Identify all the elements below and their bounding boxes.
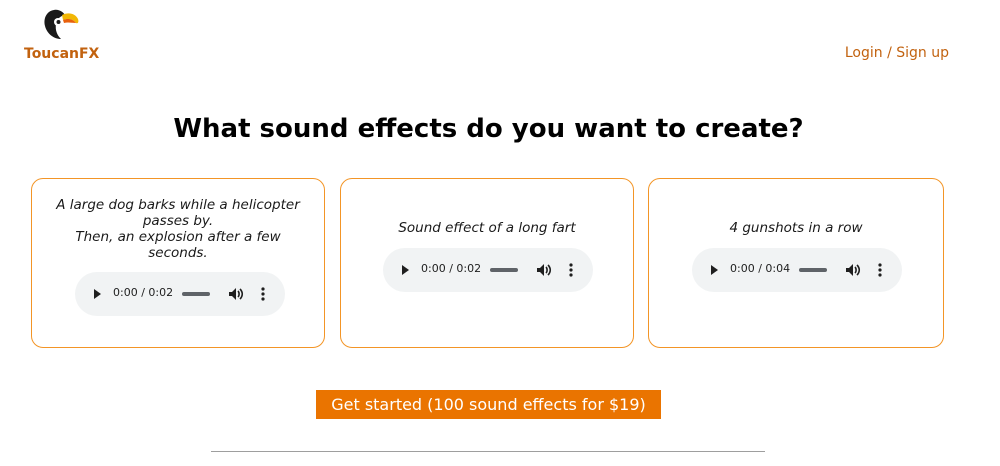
example-card: Sound effect of a long fart 0:00 / 0:02 [340, 178, 634, 348]
example-card: A large dog barks while a helicopter pas… [31, 178, 325, 348]
volume-icon[interactable] [227, 285, 245, 303]
more-options-icon[interactable] [874, 261, 886, 279]
prompt-line: passes by. [142, 213, 214, 229]
volume-icon[interactable] [535, 261, 553, 279]
volume-icon[interactable] [844, 261, 862, 279]
prompt-line: seconds. [148, 245, 208, 261]
brand[interactable]: ToucanFX [24, 6, 104, 68]
example-prompt: 4 gunshots in a row [659, 220, 933, 236]
play-icon[interactable] [89, 286, 105, 302]
prompt-line: Then, an explosion after a few [75, 229, 281, 245]
audio-player[interactable]: 0:00 / 0:04 [692, 248, 902, 292]
play-icon[interactable] [706, 262, 722, 278]
divider [211, 451, 765, 452]
example-prompt: Sound effect of a long fart [351, 220, 623, 236]
brand-name: ToucanFX [24, 46, 100, 62]
progress-slider[interactable] [490, 268, 518, 272]
playback-time: 0:00 / 0:02 [421, 262, 482, 275]
audio-player[interactable]: 0:00 / 0:02 [75, 272, 285, 316]
login-signup-link[interactable]: Login / Sign up [845, 45, 949, 61]
landing-page: ToucanFX Login / Sign up What sound effe… [0, 0, 1000, 466]
example-cards: A large dog barks while a helicopter pas… [31, 178, 945, 350]
prompt-line: 4 gunshots in a row [729, 220, 863, 236]
playback-time: 0:00 / 0:04 [730, 262, 791, 275]
toucan-logo-icon [44, 9, 79, 39]
progress-slider[interactable] [799, 268, 827, 272]
example-card: 4 gunshots in a row 0:00 / 0:04 [648, 178, 944, 348]
get-started-button[interactable]: Get started (100 sound effects for $19) [316, 390, 661, 419]
example-prompt: A large dog barks while a helicopter pas… [42, 197, 314, 261]
prompt-line: Sound effect of a long fart [398, 220, 576, 236]
progress-slider[interactable] [182, 292, 210, 296]
audio-player[interactable]: 0:00 / 0:02 [383, 248, 593, 292]
playback-time: 0:00 / 0:02 [113, 286, 174, 299]
prompt-line: A large dog barks while a helicopter [56, 197, 300, 213]
more-options-icon[interactable] [257, 285, 269, 303]
page-title: What sound effects do you want to create… [173, 114, 804, 144]
play-icon[interactable] [397, 262, 413, 278]
more-options-icon[interactable] [565, 261, 577, 279]
